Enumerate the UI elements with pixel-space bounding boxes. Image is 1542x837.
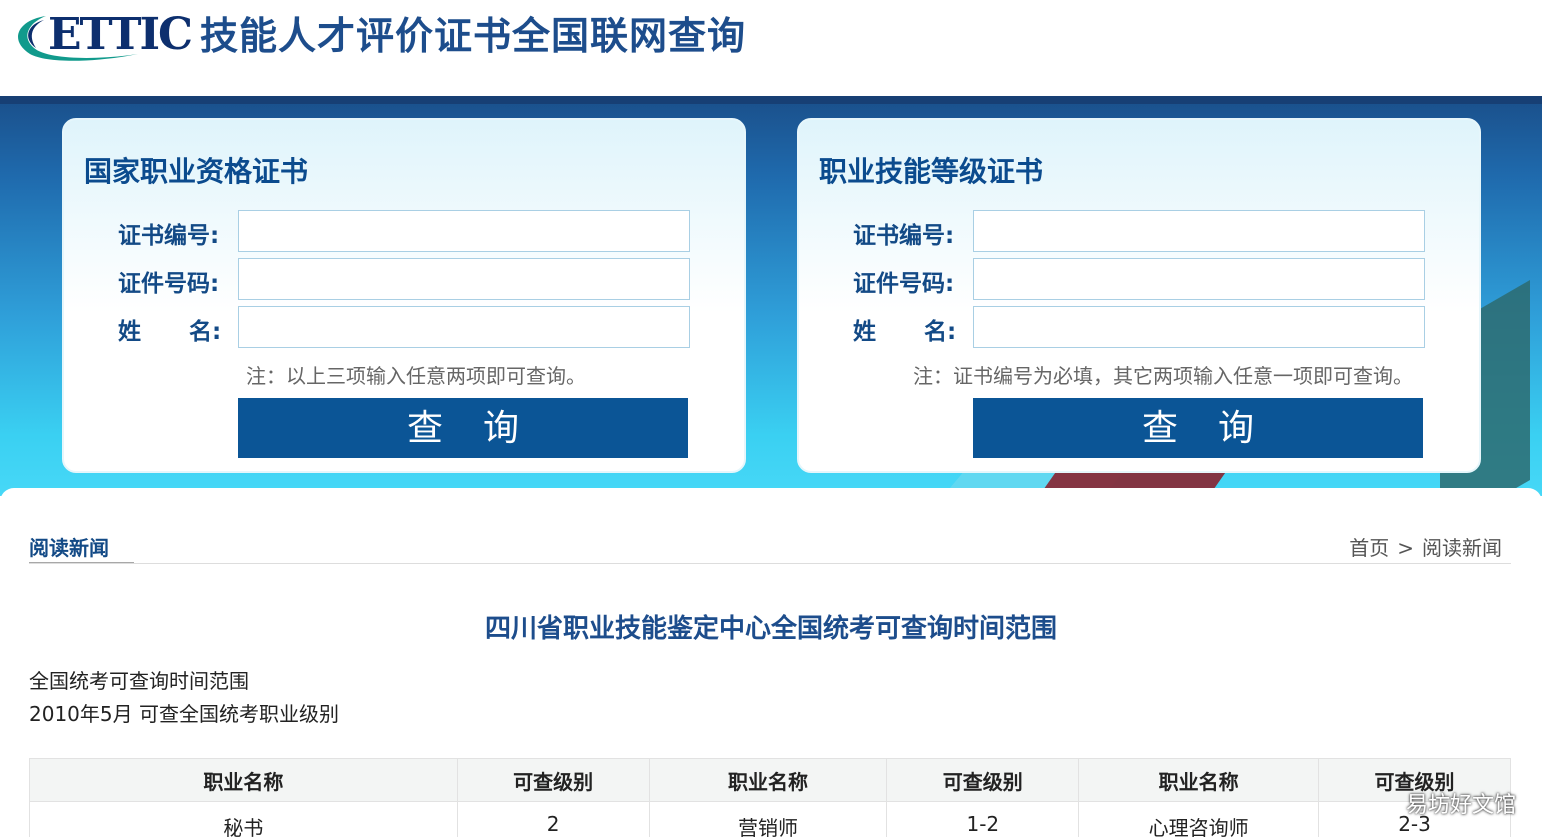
- logo-text: ETTIC: [48, 9, 193, 60]
- query-button[interactable]: 查询: [973, 398, 1423, 458]
- certificate-number-label: 证书编号:: [853, 223, 955, 249]
- certificate-number-row: 证书编号:: [853, 210, 1443, 252]
- breadcrumb-separator: >: [1397, 536, 1414, 560]
- column-header: 可查级别: [886, 758, 1080, 802]
- national-qualification-card: 国家职业资格证书 证书编号: 证件号码: 姓 名: 注：以上三项输入任意两项即可…: [62, 118, 746, 473]
- certificate-number-input[interactable]: [238, 210, 690, 252]
- section-tab-read-news[interactable]: 阅读新闻: [29, 532, 109, 561]
- occupation-level-table: 职业名称 可查级别 职业名称 可查级别 职业名称 可查级别 秘书 2 营销师 1…: [29, 758, 1511, 837]
- article-paragraph: 2010年5月 可查全国统考职业级别: [29, 702, 339, 726]
- section-divider: [29, 563, 1511, 564]
- name-row: 姓 名:: [853, 306, 1443, 348]
- table-header-row: 职业名称 可查级别 职业名称 可查级别 职业名称 可查级别: [29, 758, 1511, 802]
- query-note: 注：以上三项输入任意两项即可查询。: [246, 364, 586, 388]
- table-cell: 心理咨询师: [1078, 801, 1320, 837]
- certificate-number-input[interactable]: [973, 210, 1425, 252]
- column-header: 职业名称: [29, 758, 458, 802]
- id-number-label: 证件号码:: [853, 271, 955, 297]
- table-cell: 营销师: [648, 801, 888, 837]
- breadcrumb-home-link[interactable]: 首页: [1349, 536, 1389, 560]
- query-note: 注：证书编号为必填，其它两项输入任意一项即可查询。: [913, 364, 1413, 388]
- column-header: 可查级别: [456, 758, 650, 802]
- name-input[interactable]: [238, 306, 690, 348]
- breadcrumb-current[interactable]: 阅读新闻: [1422, 536, 1502, 560]
- table-row: 秘书 2 营销师 1-2 心理咨询师 2-3: [29, 801, 1511, 837]
- name-label: 姓 名:: [853, 319, 957, 345]
- name-label: 姓 名:: [118, 319, 222, 345]
- card-title: 职业技能等级证书: [819, 155, 1044, 188]
- article-title: 四川省职业技能鉴定中心全国统考可查询时间范围: [484, 614, 1057, 644]
- table-cell: 1-2: [886, 801, 1080, 837]
- name-row: 姓 名:: [118, 306, 708, 348]
- watermark: 易坊好文馆: [1405, 793, 1516, 818]
- site-title: 技能人才评价证书全国联网查询: [200, 14, 747, 58]
- breadcrumb: 首页 > 阅读新闻: [1345, 532, 1506, 561]
- column-header: 职业名称: [1078, 758, 1320, 802]
- news-content: 阅读新闻 首页 > 阅读新闻 四川省职业技能鉴定中心全国统考可查询时间范围 全国统考…: [0, 488, 1542, 837]
- id-number-label: 证件号码:: [118, 271, 220, 297]
- id-number-row: 证件号码:: [853, 258, 1443, 300]
- site-header: ETTIC 技能人才评价证书全国联网查询: [0, 0, 1542, 96]
- skill-level-card: 职业技能等级证书 证书编号: 证件号码: 姓 名: 注：证书编号为必填，其它两项…: [797, 118, 1481, 473]
- certificate-number-label: 证书编号:: [118, 223, 220, 249]
- card-title: 国家职业资格证书: [84, 155, 309, 188]
- name-input[interactable]: [973, 306, 1425, 348]
- table-cell: 2: [456, 801, 650, 837]
- table-cell: 秘书: [29, 801, 458, 837]
- certificate-number-row: 证书编号:: [118, 210, 708, 252]
- id-number-input[interactable]: [238, 258, 690, 300]
- id-number-row: 证件号码:: [118, 258, 708, 300]
- column-header: 职业名称: [648, 758, 888, 802]
- ettic-logo[interactable]: ETTIC: [8, 10, 193, 66]
- article-paragraph: 全国统考可查询时间范围: [29, 669, 249, 693]
- banner-top-strip: [0, 96, 1542, 104]
- id-number-input[interactable]: [973, 258, 1425, 300]
- query-button[interactable]: 查询: [238, 398, 688, 458]
